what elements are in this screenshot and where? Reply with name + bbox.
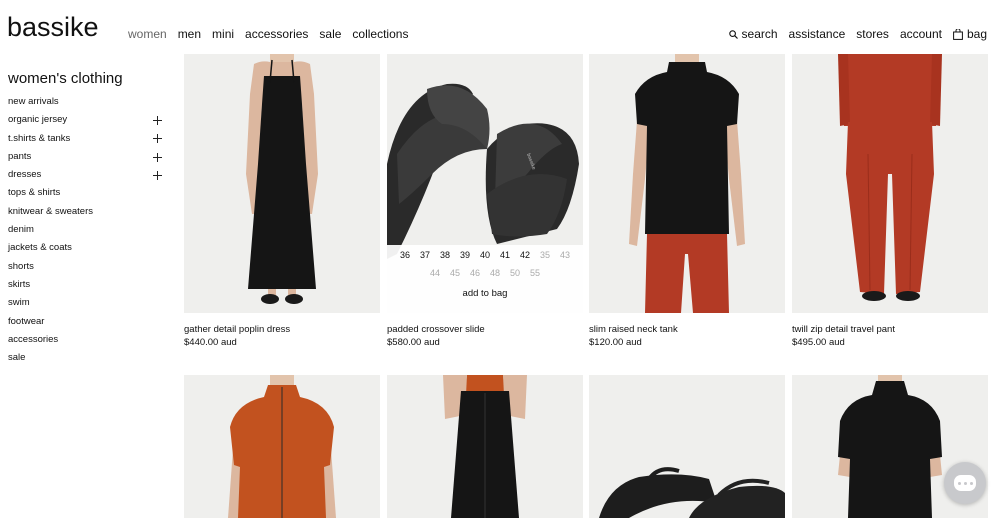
search-icon <box>728 29 738 39</box>
search-label: search <box>741 27 778 41</box>
product-card[interactable]: slim raised neck tank $120.00 aud <box>589 54 785 349</box>
expand-plus-icon[interactable] <box>153 170 162 180</box>
size-option-39[interactable]: 39 <box>455 250 475 260</box>
product-card[interactable]: gather detail poplin dress $440.00 aud <box>184 54 380 349</box>
product-card[interactable] <box>184 375 380 518</box>
sidebar-item-jackets-coats[interactable]: jackets & coats <box>8 239 168 257</box>
sidebar-item-label: dresses <box>8 169 42 181</box>
size-option-38[interactable]: 38 <box>435 250 455 260</box>
brand-logo[interactable]: bassike <box>7 12 99 43</box>
product-image[interactable] <box>184 375 380 518</box>
sidebar-item-label: pants <box>8 150 32 162</box>
size-option-45: 45 <box>449 268 460 278</box>
assistance-link[interactable]: assistance <box>789 27 846 41</box>
product-price: $580.00 aud <box>387 337 440 348</box>
category-sidebar: women's clothing new arrivals organic je… <box>8 70 168 367</box>
size-option-37[interactable]: 37 <box>415 250 435 260</box>
sidebar-item-sale[interactable]: sale <box>8 349 168 367</box>
sidebar-item-label: organic jersey <box>8 114 68 126</box>
sidebar-item-label: sale <box>8 352 26 364</box>
product-image[interactable]: bassike 36 37 38 39 40 41 42 35 43 44 45 <box>387 54 583 313</box>
size-option-41[interactable]: 41 <box>495 250 515 260</box>
size-option-36[interactable]: 36 <box>395 250 415 260</box>
nav-mini[interactable]: mini <box>212 27 234 41</box>
sidebar-item-label: knitwear & sweaters <box>8 205 94 217</box>
size-option-55: 55 <box>529 268 540 278</box>
sidebar-item-label: jackets & coats <box>8 242 72 254</box>
product-name[interactable]: padded crossover slide <box>387 323 583 336</box>
expand-plus-icon[interactable] <box>153 152 162 162</box>
product-image[interactable] <box>792 54 988 313</box>
product-name[interactable]: slim raised neck tank <box>589 323 785 336</box>
chat-launcher-button[interactable] <box>944 462 986 504</box>
product-price: $495.00 aud <box>792 337 845 348</box>
product-card[interactable] <box>387 375 583 518</box>
product-name[interactable]: gather detail poplin dress <box>184 323 380 336</box>
sidebar-item-label: accessories <box>8 333 59 345</box>
bag-icon <box>953 28 963 40</box>
sidebar-item-footwear[interactable]: footwear <box>8 313 168 331</box>
size-row: 36 37 38 39 40 41 42 35 43 <box>387 250 583 260</box>
sidebar-item-new-arrivals[interactable]: new arrivals <box>8 93 168 111</box>
product-price: $440.00 aud <box>184 337 237 348</box>
utility-nav: search assistance stores account bag <box>728 27 987 41</box>
stores-link[interactable]: stores <box>856 27 889 41</box>
sidebar-item-label: t.shirts & tanks <box>8 132 71 144</box>
sidebar-item-accessories[interactable]: accessories <box>8 331 168 349</box>
sidebar-item-label: shorts <box>8 260 34 272</box>
product-price: $120.00 aud <box>589 337 642 348</box>
sidebar-item-label: footwear <box>8 315 45 327</box>
size-option-35: 35 <box>539 250 550 260</box>
nav-accessories[interactable]: accessories <box>245 27 308 41</box>
add-to-bag-button[interactable]: add to bag <box>387 288 583 299</box>
sidebar-item-label: skirts <box>8 278 31 290</box>
expand-plus-icon[interactable] <box>153 134 162 144</box>
sidebar-item-tshirts-tanks[interactable]: t.shirts & tanks <box>8 130 168 148</box>
bag-label: bag <box>966 27 987 41</box>
product-card[interactable] <box>589 375 785 518</box>
product-image[interactable] <box>589 54 785 313</box>
product-image[interactable] <box>589 375 785 518</box>
size-option-50: 50 <box>509 268 520 278</box>
nav-collections[interactable]: collections <box>352 27 408 41</box>
expand-plus-icon[interactable] <box>153 115 162 125</box>
sidebar-item-knitwear[interactable]: knitwear & sweaters <box>8 203 168 221</box>
sidebar-item-label: tops & shirts <box>8 187 61 199</box>
nav-women[interactable]: women <box>128 27 167 41</box>
size-option-40[interactable]: 40 <box>475 250 495 260</box>
size-option-48: 48 <box>489 268 500 278</box>
sidebar-item-organic-jersey[interactable]: organic jersey <box>8 111 168 129</box>
nav-men[interactable]: men <box>178 27 201 41</box>
nav-sale[interactable]: sale <box>319 27 341 41</box>
sidebar-title: women's clothing <box>8 70 123 87</box>
size-option-43: 43 <box>559 250 570 260</box>
search-button[interactable]: search <box>728 27 778 41</box>
product-card[interactable]: twill zip detail travel pant $495.00 aud <box>792 54 988 349</box>
product-image[interactable] <box>387 375 583 518</box>
sidebar-item-label: new arrivals <box>8 96 59 107</box>
account-link[interactable]: account <box>900 27 942 41</box>
main-nav: women men mini accessories sale collecti… <box>128 27 408 41</box>
bag-button[interactable]: bag <box>953 27 987 41</box>
sidebar-item-label: denim <box>8 224 34 236</box>
product-card[interactable]: bassike 36 37 38 39 40 41 42 35 43 44 45 <box>387 54 583 349</box>
product-image[interactable] <box>184 54 380 313</box>
sidebar-item-tops-shirts[interactable]: tops & shirts <box>8 184 168 202</box>
sidebar-item-pants[interactable]: pants <box>8 148 168 166</box>
sidebar-item-swim[interactable]: swim <box>8 294 168 312</box>
chat-bubble-icon <box>954 475 976 491</box>
size-option-46: 46 <box>469 268 480 278</box>
sidebar-item-denim[interactable]: denim <box>8 221 168 239</box>
size-selector-panel: 36 37 38 39 40 41 42 35 43 44 45 46 48 5… <box>387 245 583 313</box>
size-option-44: 44 <box>429 268 440 278</box>
product-name[interactable]: twill zip detail travel pant <box>792 323 988 336</box>
size-row: 44 45 46 48 50 55 <box>387 268 583 278</box>
size-option-42[interactable]: 42 <box>515 250 535 260</box>
sidebar-item-shorts[interactable]: shorts <box>8 258 168 276</box>
sidebar-item-label: swim <box>8 297 30 309</box>
sidebar-item-skirts[interactable]: skirts <box>8 276 168 294</box>
sidebar-item-dresses[interactable]: dresses <box>8 166 168 184</box>
